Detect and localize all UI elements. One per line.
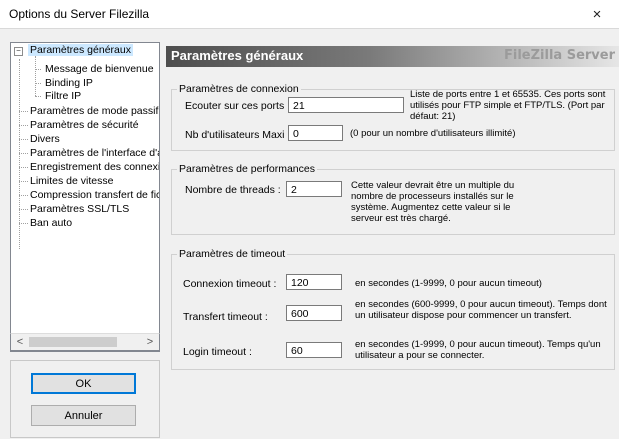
- connection-timeout-label: Connexion timeout :: [183, 278, 277, 290]
- tree-guide-line: [35, 96, 41, 97]
- scroll-right-icon[interactable]: >: [143, 335, 157, 349]
- tree-guide-line: [19, 139, 28, 140]
- transfer-timeout-input[interactable]: 600: [286, 305, 342, 321]
- ports-label: Ecouter sur ces ports :: [185, 100, 291, 112]
- tree-guide-line: [19, 167, 28, 168]
- tree-item-general[interactable]: Paramètres généraux: [28, 44, 133, 56]
- max-users-input[interactable]: 0: [288, 125, 343, 141]
- scroll-left-icon[interactable]: <: [13, 335, 27, 349]
- tree-item-ip-binding[interactable]: Binding IP: [45, 77, 93, 89]
- tree-item-security[interactable]: Paramètres de sécurité: [30, 119, 139, 131]
- max-users-description: (0 pour un nombre d'utilisateurs illimit…: [350, 128, 516, 139]
- threads-description: Cette valeur devrait être un multiple du…: [351, 180, 515, 224]
- tree-item-admin-interface[interactable]: Paramètres de l'interface d'ad: [30, 147, 159, 159]
- tree-guide-line: [19, 181, 28, 182]
- transfer-timeout-description: en secondes (600-9999, 0 pour aucun time…: [355, 299, 607, 321]
- tree-item-file-compression[interactable]: Compression transfert de fich: [30, 189, 159, 201]
- tree-horizontal-scrollbar[interactable]: < >: [10, 333, 160, 351]
- page-header: Paramètres généraux FileZilla Server: [166, 46, 619, 67]
- timeout-settings-legend: Paramètres de timeout: [177, 248, 288, 260]
- tree-guide-line: [35, 56, 36, 96]
- tree-item-passive-mode[interactable]: Paramètres de mode passif: [30, 105, 158, 117]
- connection-timeout-description: en secondes (1-9999, 0 pour aucun timeou…: [355, 278, 542, 289]
- tree-guide-line: [19, 111, 28, 112]
- tree-item-ip-filter[interactable]: Filtre IP: [45, 90, 81, 102]
- brand-label: FileZilla Server: [504, 48, 615, 63]
- settings-tree[interactable]: − Paramètres généraux Message de bienven…: [10, 42, 160, 352]
- tree-guide-line: [35, 69, 41, 70]
- performance-settings-legend: Paramètres de performances: [177, 163, 317, 175]
- ports-description: Liste de ports entre 1 et 65535. Ces por…: [410, 89, 606, 122]
- page-title: Paramètres généraux: [171, 48, 304, 63]
- tree-item-logging[interactable]: Enregistrement des connexio: [30, 161, 159, 173]
- tree-guide-line: [35, 83, 41, 84]
- connection-settings-legend: Paramètres de connexion: [177, 83, 301, 95]
- title-bar-divider: [0, 28, 619, 29]
- ports-input[interactable]: 21: [288, 97, 404, 113]
- login-timeout-description: en secondes (1-9999, 0 pour aucun timeou…: [355, 339, 601, 361]
- login-timeout-label: Login timeout :: [183, 346, 252, 358]
- tree-guide-line: [19, 125, 28, 126]
- tree-guide-line: [19, 153, 28, 154]
- window-title: Options du Server Filezilla: [9, 7, 150, 21]
- ok-button[interactable]: OK: [31, 373, 136, 394]
- tree-guide-line: [19, 195, 28, 196]
- title-bar: Options du Server Filezilla ×: [0, 0, 619, 28]
- close-button[interactable]: ×: [577, 2, 617, 26]
- login-timeout-input[interactable]: 60: [286, 342, 342, 358]
- scrollbar-thumb[interactable]: [29, 337, 117, 347]
- max-users-label: Nb d'utilisateurs Maxi :: [185, 129, 291, 141]
- tree-guide-line: [19, 209, 28, 210]
- collapse-icon[interactable]: −: [14, 47, 23, 56]
- transfer-timeout-label: Transfert timeout :: [183, 311, 268, 323]
- tree-item-ssl-tls[interactable]: Paramètres SSL/TLS: [30, 203, 129, 215]
- tree-guide-line: [19, 223, 28, 224]
- tree-guide-line: [19, 59, 20, 249]
- tree-item-speed-limits[interactable]: Limites de vitesse: [30, 175, 113, 187]
- dialog-buttons-frame: OK Annuler: [10, 360, 160, 438]
- threads-label: Nombre de threads :: [185, 184, 281, 196]
- cancel-button[interactable]: Annuler: [31, 405, 136, 426]
- tree-item-auto-ban[interactable]: Ban auto: [30, 217, 72, 229]
- tree-item-misc[interactable]: Divers: [30, 133, 60, 145]
- threads-input[interactable]: 2: [286, 181, 342, 197]
- connection-timeout-input[interactable]: 120: [286, 274, 342, 290]
- tree-item-welcome-message[interactable]: Message de bienvenue: [45, 63, 154, 75]
